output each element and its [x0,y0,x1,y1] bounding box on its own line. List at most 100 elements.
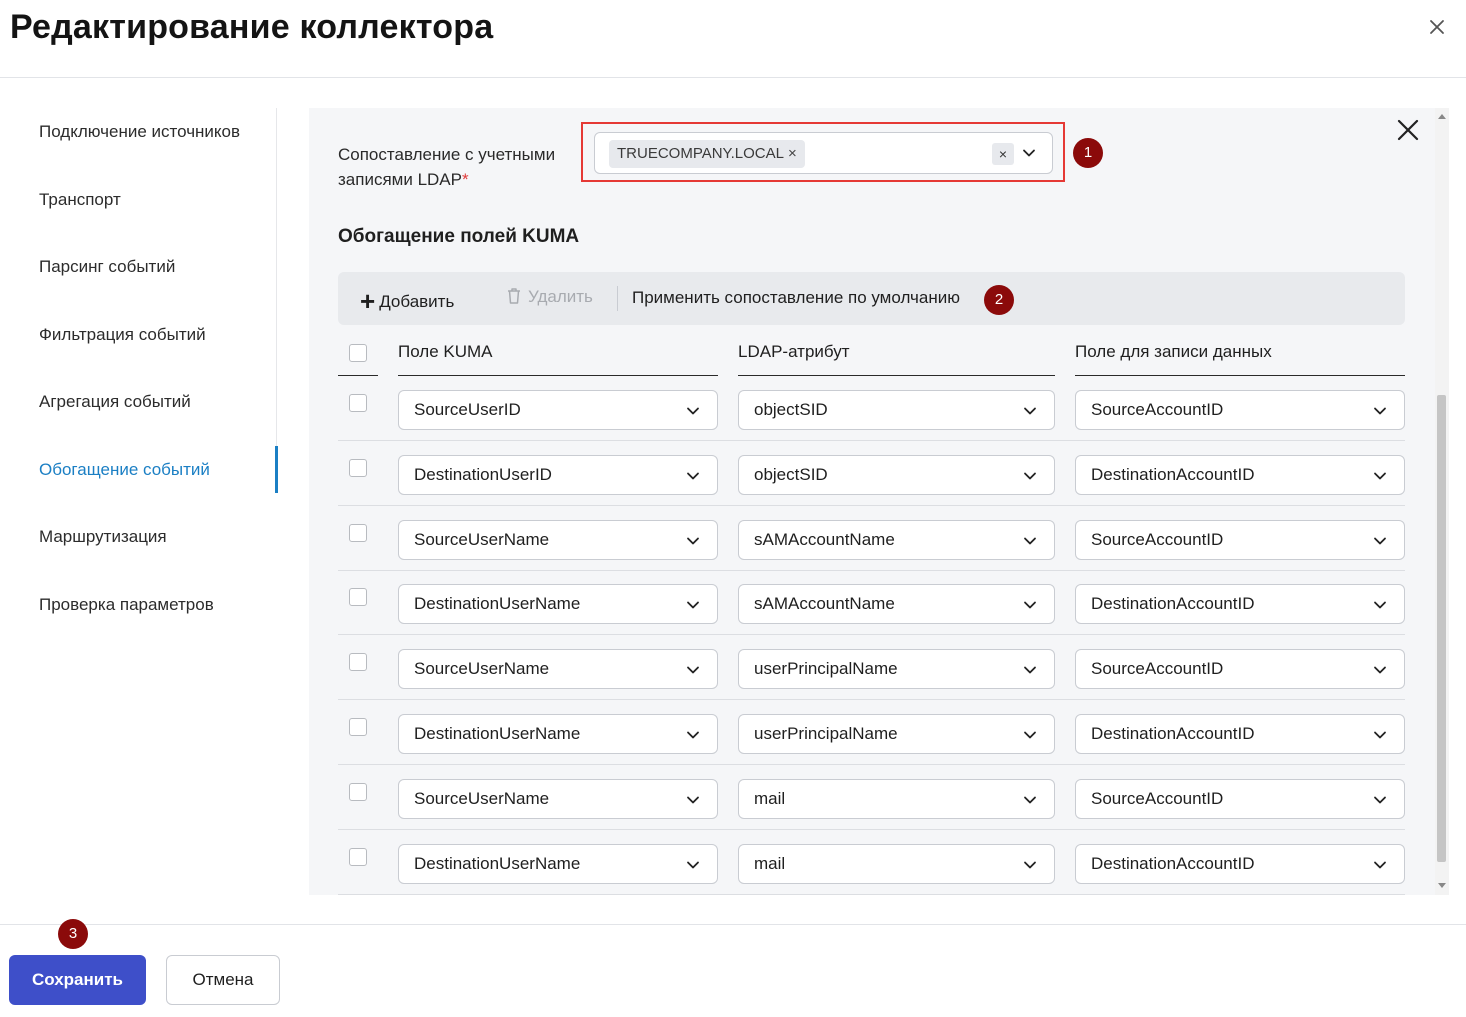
ldap-attribute-select[interactable]: userPrincipalName [738,714,1055,754]
required-mark: * [461,170,469,189]
chevron-down-icon [1374,861,1386,869]
annotation-badge-3: 3 [58,919,88,949]
sidebar-item-aggregation[interactable]: Агрегация событий [39,392,191,412]
row-divider [338,505,1405,506]
cancel-button[interactable]: Отмена [166,955,280,1005]
sidebar-item-enrichment[interactable]: Обогащение событий [39,460,210,480]
chevron-down-icon [687,601,699,609]
select-value: userPrincipalName [754,659,898,678]
target-field-select[interactable]: SourceAccountID [1075,390,1405,430]
target-field-select[interactable]: DestinationAccountID [1075,714,1405,754]
tag-remove-icon[interactable]: × [788,145,797,162]
ldap-mapping-label: Сопоставление с учетными записями LDAP* [338,142,578,192]
close-icon[interactable] [1397,119,1419,141]
target-field-select[interactable]: DestinationAccountID [1075,455,1405,495]
chevron-down-icon [1374,537,1386,545]
row-checkbox[interactable] [349,588,367,606]
target-field-select[interactable]: SourceAccountID [1075,520,1405,560]
sidebar-item-filtering[interactable]: Фильтрация событий [39,325,206,345]
header-underline [338,375,378,376]
target-field-select[interactable]: DestinationAccountID [1075,844,1405,884]
sidebar-item-transport[interactable]: Транспорт [39,190,121,210]
kuma-field-select[interactable]: DestinationUserName [398,844,718,884]
chevron-down-icon [1024,861,1036,869]
chevron-down-icon [1024,537,1036,545]
plus-icon: + [360,286,376,316]
select-value: DestinationUserName [414,724,581,743]
chevron-down-icon [1374,731,1386,739]
ldap-attribute-select[interactable]: sAMAccountName [738,584,1055,624]
row-checkbox[interactable] [349,524,367,542]
row-checkbox[interactable] [349,718,367,736]
chevron-down-icon [1374,601,1386,609]
scroll-down-icon[interactable] [1438,883,1446,889]
select-value: SourceUserID [414,400,521,419]
select-value: DestinationUserName [414,854,581,873]
select-value: mail [754,789,786,808]
row-checkbox[interactable] [349,459,367,477]
row-checkbox[interactable] [349,848,367,866]
kuma-field-select[interactable]: DestinationUserName [398,714,718,754]
kuma-field-select[interactable]: DestinationUserID [398,455,718,495]
ldap-attribute-select[interactable]: mail [738,779,1055,819]
enrichment-panel: Сопоставление с учетными записями LDAP* … [309,108,1435,895]
kuma-field-select[interactable]: DestinationUserName [398,584,718,624]
chevron-down-icon [687,472,699,480]
dialog-header: Редактирование коллектора [0,0,1466,78]
save-button[interactable]: Сохранить [9,955,146,1005]
chevron-down-icon [1024,796,1036,804]
delete-button-label: Удалить [528,287,593,306]
row-divider [338,829,1405,830]
close-icon[interactable] [1424,14,1450,40]
select-value: SourceAccountID [1091,530,1224,549]
scrollbar-thumb[interactable] [1437,395,1446,862]
ldap-attribute-select[interactable]: objectSID [738,390,1055,430]
kuma-field-select[interactable]: SourceUserID [398,390,718,430]
add-button[interactable]: + Добавить [360,286,454,317]
header-underline [738,375,1055,376]
select-value: DestinationAccountID [1091,465,1255,484]
chevron-down-icon [1374,666,1386,674]
row-divider [338,634,1405,635]
chevron-down-icon [1024,472,1036,480]
trash-icon [508,288,520,304]
chevron-down-icon [1374,472,1386,480]
sidebar-item-parsing[interactable]: Парсинг событий [39,257,175,277]
chevron-down-icon[interactable] [1021,145,1037,161]
chevron-down-icon [687,537,699,545]
ldap-attribute-select[interactable]: objectSID [738,455,1055,495]
sidebar-item-sources[interactable]: Подключение источников [39,122,240,142]
row-divider [338,699,1405,700]
ldap-attribute-select[interactable]: mail [738,844,1055,884]
table-toolbar: + Добавить Удалить Применить сопоставлени… [338,272,1405,325]
apply-default-mapping-button[interactable]: Применить сопоставление по умолчанию [632,288,960,308]
clear-icon[interactable]: × [992,143,1014,165]
select-value: SourceUserName [414,530,550,549]
select-all-checkbox[interactable] [349,344,367,362]
row-checkbox[interactable] [349,394,367,412]
select-value: sAMAccountName [754,530,895,549]
target-field-select[interactable]: SourceAccountID [1075,649,1405,689]
row-checkbox[interactable] [349,783,367,801]
ldap-attribute-select[interactable]: sAMAccountName [738,520,1055,560]
scroll-up-icon[interactable] [1438,113,1446,119]
kuma-field-select[interactable]: SourceUserName [398,779,718,819]
ldap-attribute-select[interactable]: userPrincipalName [738,649,1055,689]
column-header-ldap-attribute: LDAP-атрибут [738,342,850,361]
ldap-mapping-select[interactable]: TRUECOMPANY.LOCAL × × [594,132,1053,174]
sidebar-item-review[interactable]: Проверка параметров [39,595,214,615]
select-value: objectSID [754,400,828,419]
target-field-select[interactable]: SourceAccountID [1075,779,1405,819]
sidebar-item-routing[interactable]: Маршрутизация [39,527,167,547]
chevron-down-icon [1024,666,1036,674]
annotation-badge-2: 2 [984,285,1014,315]
kuma-field-select[interactable]: SourceUserName [398,520,718,560]
target-field-select[interactable]: DestinationAccountID [1075,584,1405,624]
kuma-field-select[interactable]: SourceUserName [398,649,718,689]
delete-button[interactable]: Удалить [506,287,593,307]
row-divider [338,440,1405,441]
row-checkbox[interactable] [349,653,367,671]
row-divider [338,570,1405,571]
select-value: DestinationAccountID [1091,594,1255,613]
annotation-badge-1: 1 [1073,138,1103,168]
